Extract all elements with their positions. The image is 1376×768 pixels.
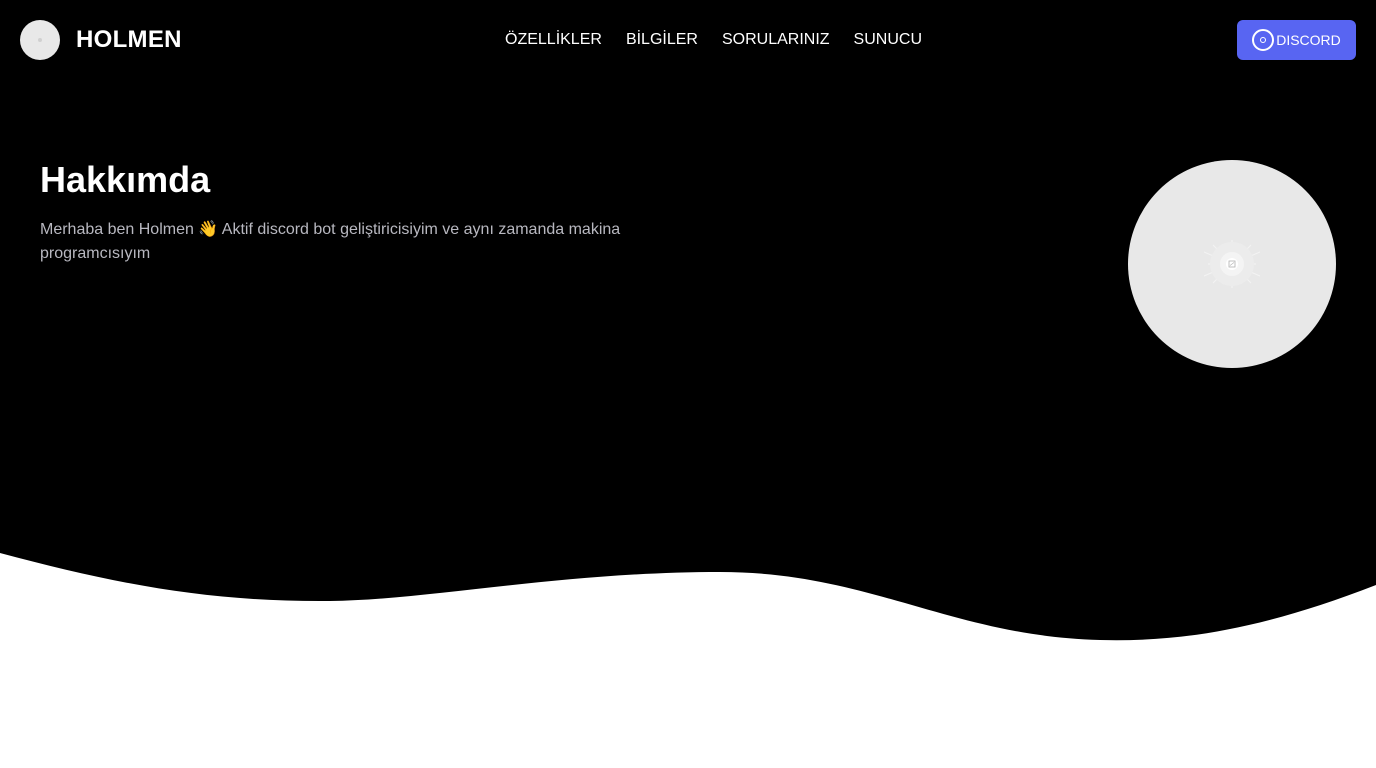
logo-avatar[interactable] bbox=[20, 20, 60, 60]
about-title: Hakkımda bbox=[40, 159, 211, 200]
nav-link-questions[interactable]: SORULARINIZ bbox=[722, 29, 830, 51]
discord-icon bbox=[1252, 29, 1275, 51]
brand-name[interactable]: HOLMEN bbox=[76, 26, 182, 54]
top-navigation: HOLMEN ÖZELLİKLER BİLGİLER SORULARINIZ S… bbox=[0, 0, 1376, 80]
profile-avatar bbox=[1128, 160, 1336, 368]
discord-button[interactable]: DISCORD bbox=[1237, 20, 1356, 60]
nav-link-info[interactable]: BİLGİLER bbox=[626, 29, 698, 51]
about-section: Hakkımda Merhaba ben Holmen 👋 Aktif disc… bbox=[40, 158, 640, 266]
about-text: Merhaba ben Holmen 👋 Aktif discord bot g… bbox=[40, 221, 621, 262]
avatar-placeholder-icon bbox=[38, 38, 42, 42]
main-nav: ÖZELLİKLER BİLGİLER SORULARINIZ SUNUCU bbox=[505, 29, 922, 51]
discord-button-label: DISCORD bbox=[1276, 32, 1341, 48]
broken-image-icon bbox=[1203, 240, 1261, 288]
nav-link-features[interactable]: ÖZELLİKLER bbox=[505, 29, 602, 51]
nav-link-server[interactable]: SUNUCU bbox=[854, 29, 922, 51]
